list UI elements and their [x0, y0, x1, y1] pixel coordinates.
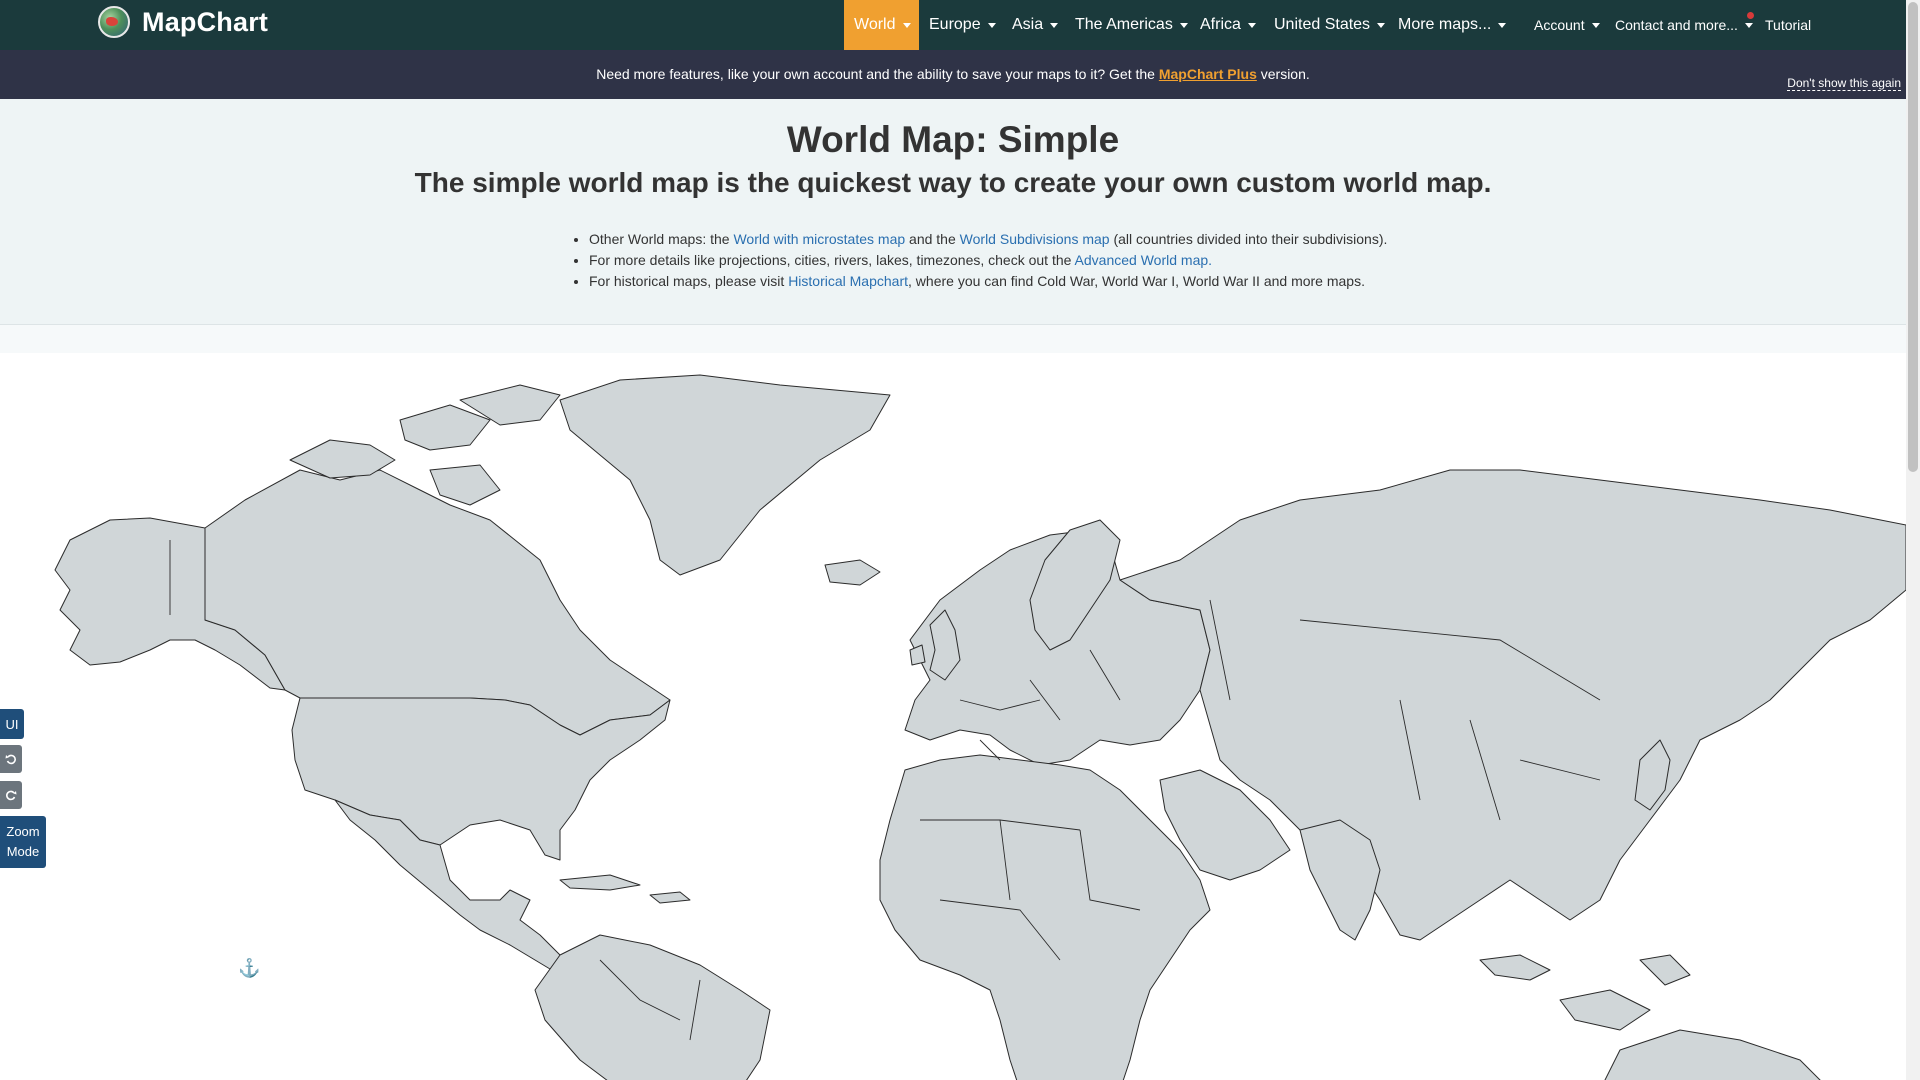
caret-down-icon [1247, 22, 1256, 28]
country-united-states[interactable] [291, 697, 671, 861]
advanced-world-map-link[interactable]: Advanced World map. [1075, 252, 1212, 268]
nav-europe[interactable]: Europe [929, 0, 996, 50]
nav-account-label: Account [1534, 17, 1585, 33]
nav-world-label: World [854, 16, 896, 33]
redo-icon [6, 790, 17, 801]
nav-contact-label: Contact and more... [1615, 17, 1738, 33]
scrollbar-thumb[interactable] [1908, 2, 1918, 472]
nav-more-maps[interactable]: More maps... [1398, 0, 1507, 50]
list-item: Other World maps: the World with microst… [589, 229, 1387, 250]
banner-text-before: Need more features, like your own accoun… [596, 66, 1155, 82]
nav-account[interactable]: Account [1534, 0, 1600, 50]
caret-down-icon [1498, 22, 1507, 28]
dismiss-banner-link[interactable]: Don't show this again [1787, 76, 1901, 91]
brand-name: MapChart [142, 6, 269, 37]
intro-section: World Map: Simple The simple world map i… [0, 99, 1906, 325]
zoom-mode-label-line2: Mode [6, 844, 40, 859]
anchor-icon: ⚓ [238, 958, 261, 978]
ui-toggle-label: UI [5, 716, 19, 732]
brand-link[interactable]: MapChart [98, 6, 268, 38]
list-item: For more details like projections, citie… [589, 250, 1387, 271]
caret-down-icon [1050, 22, 1059, 28]
caret-down-icon [1377, 22, 1386, 28]
list-item-text: For more details like projections, citie… [589, 252, 1072, 268]
list-item-text: Other World maps: the [589, 231, 730, 247]
continent-south-america[interactable] [534, 934, 771, 1080]
nav-united-states[interactable]: United States [1274, 0, 1386, 50]
caret-down-icon [1744, 22, 1753, 28]
nav-asia-label: Asia [1012, 16, 1044, 33]
top-navbar: MapChart World Europe Asia The Americas … [0, 0, 1906, 50]
nav-tutorial-label: Tutorial [1765, 17, 1812, 33]
zoom-mode-label-line1: Zoom [6, 824, 40, 839]
nav-asia[interactable]: Asia [1012, 0, 1059, 50]
caret-down-icon [1179, 22, 1188, 28]
nav-contact[interactable]: Contact and more... [1615, 0, 1753, 50]
caribbean-islands[interactable] [559, 874, 691, 904]
page-title: World Map: Simple [786, 119, 1120, 160]
undo-button[interactable] [0, 745, 22, 773]
list-item-text: , where you can find Cold War, World War… [908, 273, 1365, 289]
world-map[interactable] [0, 325, 1906, 1080]
list-item-text: For historical maps, please visit [589, 273, 785, 289]
page: MapChart World Europe Asia The Americas … [0, 0, 1920, 1080]
microstates-map-link[interactable]: World with microstates map [733, 231, 905, 247]
page-subtitle: The simple world map is the quickest way… [414, 167, 1492, 198]
historical-mapchart-link[interactable]: Historical Mapchart [788, 273, 908, 289]
plus-banner: Need more features, like your own accoun… [0, 50, 1906, 99]
page-scrollbar[interactable] [1906, 0, 1920, 1080]
continent-australia[interactable] [1600, 1029, 1830, 1080]
info-list: Other World maps: the World with microst… [589, 229, 1387, 292]
caret-down-icon [987, 22, 996, 28]
nav-united-states-label: United States [1274, 16, 1371, 33]
country-greenland[interactable] [559, 374, 891, 576]
nav-africa-label: Africa [1200, 16, 1241, 33]
banner-text-after: version. [1260, 66, 1310, 82]
mapchart-plus-link[interactable]: MapChart Plus [1159, 66, 1257, 82]
list-item-text: and the [909, 231, 956, 247]
subdivisions-map-link[interactable]: World Subdivisions map [960, 231, 1110, 247]
map-canvas[interactable] [0, 325, 1906, 1080]
nav-americas[interactable]: The Americas [1075, 0, 1188, 50]
nav-more-maps-label: More maps... [1398, 16, 1492, 33]
ui-toggle-button[interactable]: UI [0, 709, 24, 739]
notification-dot [1745, 10, 1756, 21]
undo-icon [5, 754, 16, 765]
country-canada[interactable] [204, 469, 671, 736]
nav-world[interactable]: World [844, 0, 919, 50]
nav-tutorial[interactable]: Tutorial [1765, 0, 1811, 50]
list-item: For historical maps, please visit Histor… [589, 271, 1387, 292]
nav-africa[interactable]: Africa [1200, 0, 1256, 50]
nav-americas-label: The Americas [1075, 16, 1173, 33]
redo-button[interactable] [0, 781, 22, 809]
southeast-asia-islands[interactable] [1479, 954, 1691, 1031]
globe-logo-icon [98, 6, 130, 38]
nav-europe-label: Europe [929, 16, 981, 33]
list-item-text: (all countries divided into their subdiv… [1113, 231, 1388, 247]
caret-down-icon [1591, 22, 1600, 28]
banner-text: Need more features, like your own accoun… [0, 66, 1906, 82]
country-iceland[interactable] [824, 559, 881, 586]
caret-down-icon [902, 22, 911, 28]
zoom-mode-button[interactable]: Zoom Mode [0, 816, 46, 868]
continent-africa[interactable] [879, 754, 1211, 1080]
